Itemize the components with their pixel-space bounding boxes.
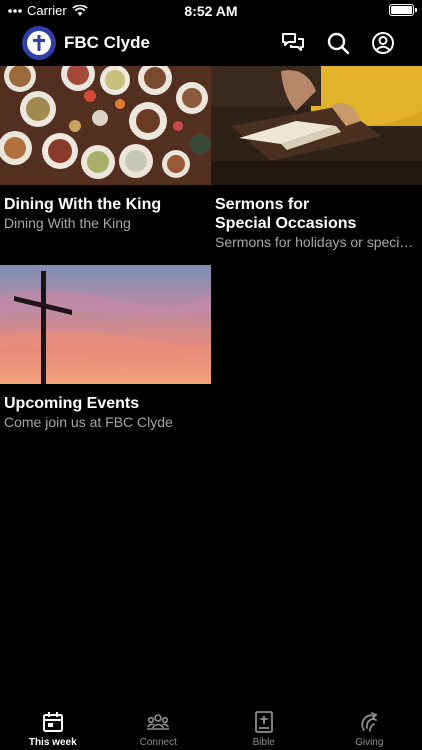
status-time: 8:52 AM (184, 3, 238, 19)
giving-icon (361, 712, 378, 732)
calendar-icon (42, 712, 63, 732)
bible-icon (254, 711, 273, 733)
card-upcoming-events[interactable]: Upcoming Events Come join us at FBC Clyd… (0, 265, 211, 431)
tab-label: This week (28, 737, 77, 748)
card-dining-with-the-king[interactable]: Dining With the King Dining With the Kin… (0, 66, 211, 232)
search-icon[interactable] (326, 31, 350, 55)
tab-bible[interactable]: Bible (211, 702, 317, 750)
card-sermons-special-occasions[interactable]: Sermons for Special Occasions Sermons fo… (211, 66, 422, 251)
chat-icon[interactable] (281, 31, 305, 55)
card-subtitle: Come join us at FBC Clyde (4, 414, 173, 430)
battery-icon (389, 4, 417, 16)
card-title: Sermons for Special Occasions (215, 196, 357, 232)
people-icon (147, 714, 170, 730)
tab-label: Bible (252, 737, 275, 748)
dining-table-image (0, 66, 211, 185)
tab-connect[interactable]: Connect (106, 702, 212, 750)
open-bible-image (211, 66, 422, 185)
card-title: Upcoming Events (4, 395, 140, 412)
card-subtitle: Dining With the King (4, 215, 131, 231)
tab-this-week[interactable]: This week (0, 702, 106, 750)
tab-label: Giving (355, 737, 384, 748)
app-title: FBC Clyde (64, 33, 150, 52)
tab-label: Connect (139, 737, 177, 748)
status-bar: Carrier 8:52 AM (0, 0, 422, 22)
card-title: Dining With the King (4, 196, 162, 213)
profile-icon[interactable] (371, 31, 395, 55)
app-header: FBC Clyde (0, 24, 422, 64)
cross-icon (33, 35, 45, 51)
church-logo[interactable] (22, 26, 56, 60)
tab-giving[interactable]: Giving (317, 702, 422, 750)
tab-bar: This week Connect Bible Giving (0, 702, 422, 750)
sunset-cross-image (0, 265, 211, 384)
card-subtitle: Sermons for holidays or special occasion… (215, 234, 422, 250)
